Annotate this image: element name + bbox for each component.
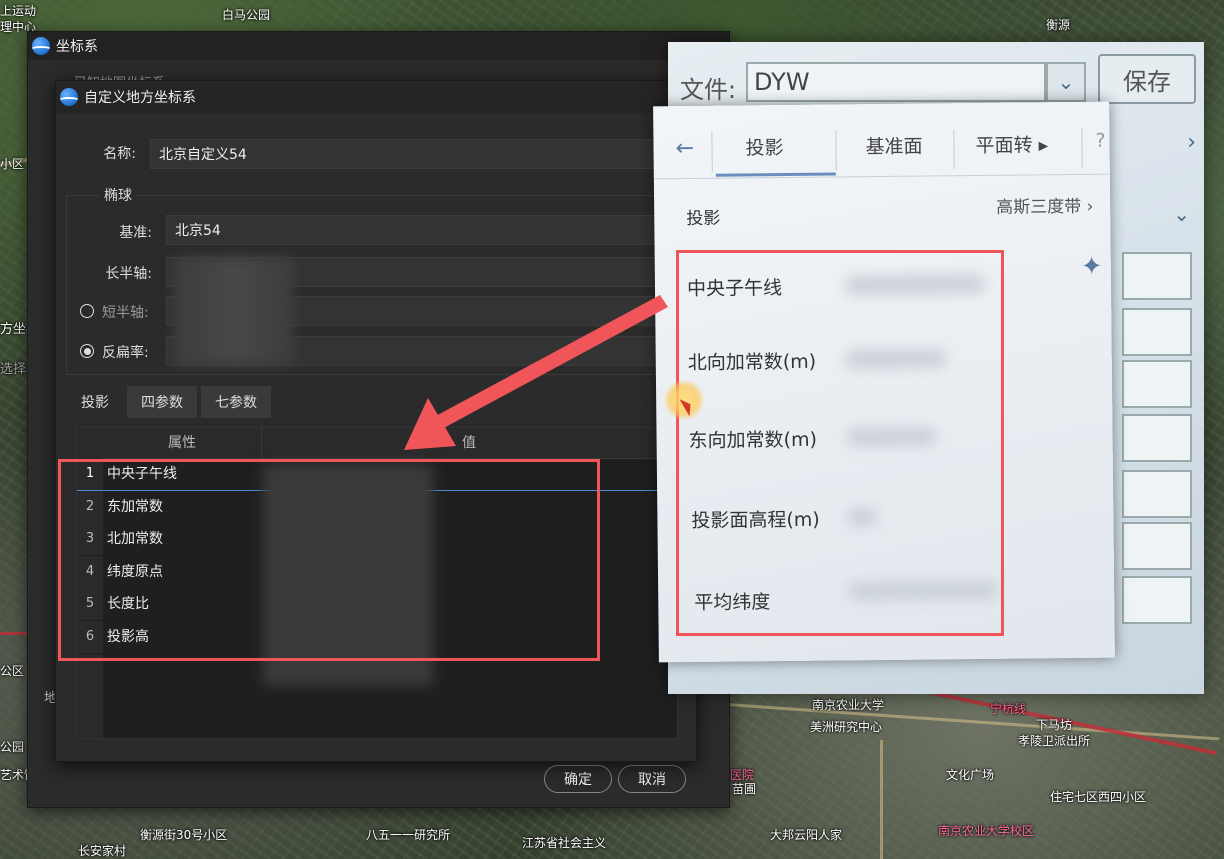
red-arrow-annotation <box>404 295 668 450</box>
